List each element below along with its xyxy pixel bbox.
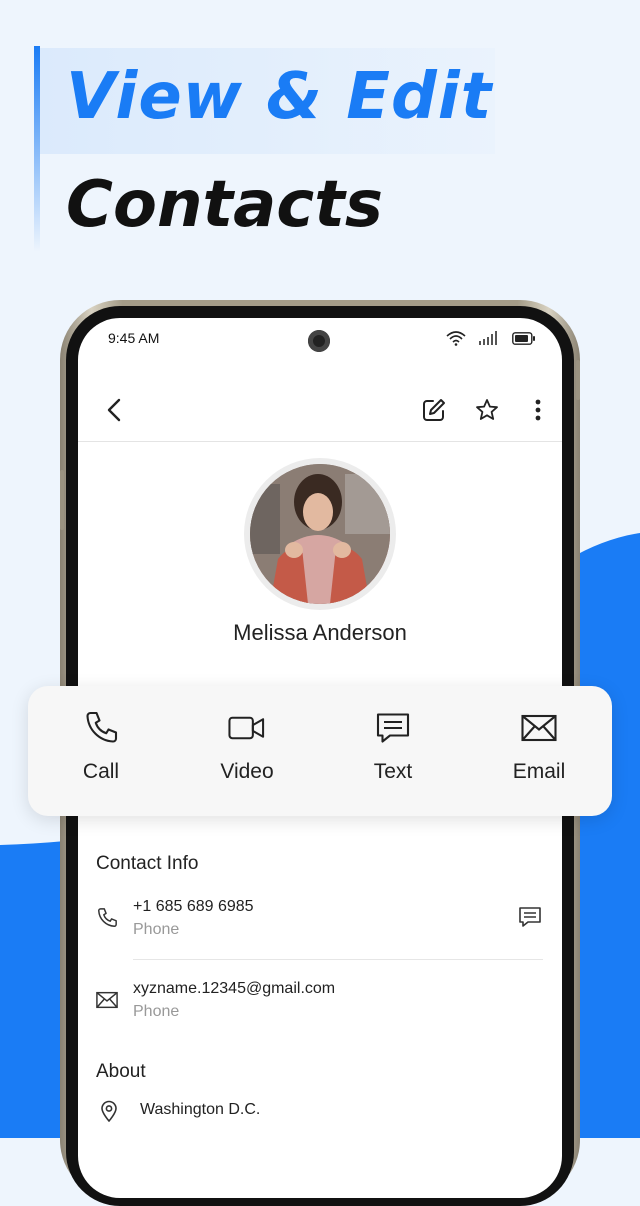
email-label: Phone — [133, 1003, 180, 1020]
video-label: Video — [220, 760, 274, 783]
more-button[interactable] — [516, 388, 560, 432]
call-action[interactable]: Call — [28, 686, 174, 816]
star-icon — [476, 399, 498, 420]
status-time: 9:45 AM — [108, 330, 160, 346]
avatar-ring — [244, 458, 396, 610]
about-title: About — [96, 1061, 146, 1082]
phone-volume-button — [60, 470, 64, 530]
contact-info-title: Contact Info — [96, 853, 199, 874]
battery-icon — [512, 331, 535, 345]
mail-icon — [96, 991, 118, 1009]
headline-line-1: View & Edit — [66, 60, 493, 134]
phone-side-button — [576, 360, 580, 400]
back-icon — [107, 398, 121, 422]
favorite-button[interactable] — [465, 388, 509, 432]
app-bar-divider — [78, 441, 562, 442]
wifi-icon — [446, 331, 466, 346]
phone-label: Phone — [133, 921, 180, 938]
video-action[interactable]: Video — [174, 686, 320, 816]
phone-icon — [86, 711, 118, 743]
signal-icon — [479, 331, 497, 345]
edit-button[interactable] — [412, 388, 456, 432]
front-camera — [308, 330, 330, 352]
app-bar — [78, 378, 562, 442]
text-label: Text — [373, 760, 413, 783]
phone-icon — [98, 908, 117, 927]
quick-actions-card: Call Video Text Email — [28, 686, 612, 816]
edit-icon — [423, 399, 445, 421]
phone-number[interactable]: +1 685 689 6985 — [133, 898, 254, 916]
video-icon — [228, 716, 265, 740]
email-address[interactable]: xyzname.12345@gmail.com — [133, 980, 335, 998]
status-icons — [446, 330, 536, 346]
location-icon — [101, 1100, 117, 1122]
contact-name: Melissa Anderson — [233, 620, 407, 645]
headline-line-2: Contacts — [66, 168, 383, 242]
text-action[interactable]: Text — [320, 686, 466, 816]
email-action[interactable]: Email — [466, 686, 612, 816]
call-label: Call — [82, 760, 120, 783]
more-icon — [535, 399, 541, 421]
avatar-photo — [250, 464, 390, 604]
message-icon[interactable] — [518, 906, 542, 928]
location-text: Washington D.C. — [140, 1101, 261, 1118]
back-button[interactable] — [92, 388, 136, 432]
avatar[interactable] — [250, 464, 390, 604]
row-divider — [133, 959, 543, 960]
message-icon — [376, 713, 410, 743]
email-label: Email — [512, 760, 566, 783]
mail-icon — [521, 714, 557, 742]
